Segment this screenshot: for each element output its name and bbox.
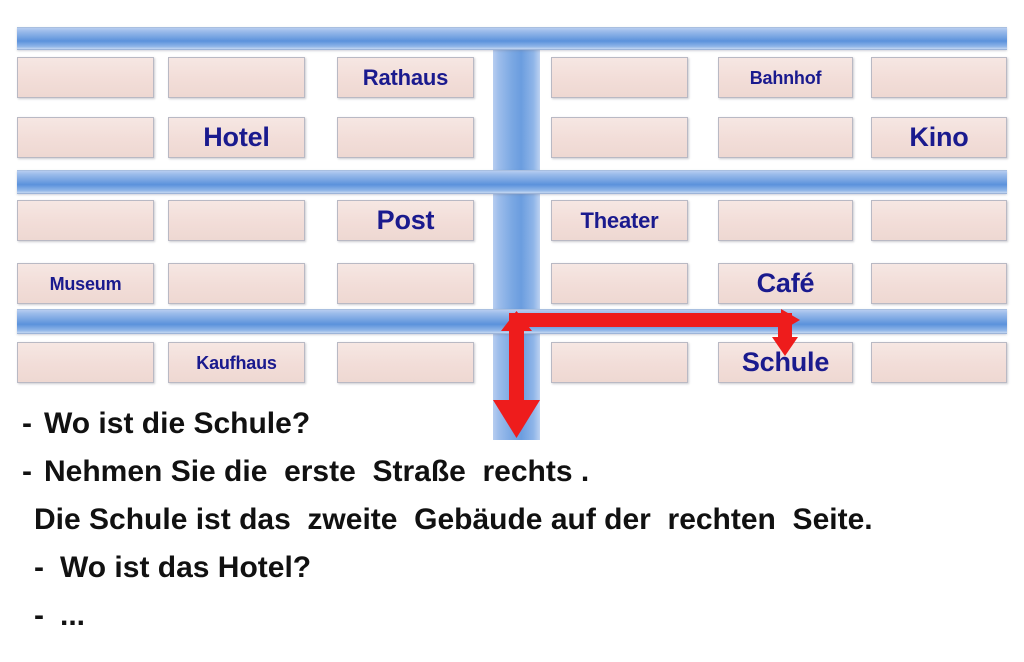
- building-block[interactable]: [337, 263, 474, 304]
- street-horizontal-bottom: [17, 309, 1007, 334]
- building-block[interactable]: [168, 263, 305, 304]
- street-vertical: [493, 27, 540, 440]
- building-block[interactable]: [337, 342, 474, 383]
- dialogue-text: Nehmen Sie die erste Straße rechts .: [44, 455, 590, 488]
- street-horizontal-top: [17, 27, 1007, 50]
- street-horizontal-middle: [17, 170, 1007, 194]
- building-label: Post: [376, 205, 435, 235]
- building-block[interactable]: [871, 200, 1007, 241]
- building-label: Bahnhof: [749, 67, 822, 88]
- building-label: Hotel: [203, 122, 270, 152]
- building-rathaus[interactable]: Rathaus: [337, 57, 474, 98]
- dialogue-line: - Nehmen Sie die erste Straße rechts .: [0, 448, 1024, 496]
- building-label: Schule: [741, 347, 830, 377]
- dialogue-text: Wo ist die Schule?: [44, 407, 311, 440]
- building-museum[interactable]: Museum: [17, 263, 154, 304]
- building-label: Kino: [909, 122, 969, 152]
- dialogue-line: - Wo ist das Hotel?: [0, 544, 1024, 592]
- building-label: Café: [756, 268, 815, 298]
- building-block[interactable]: [551, 263, 688, 304]
- building-cafe[interactable]: Café: [718, 263, 853, 304]
- building-block[interactable]: [17, 117, 154, 158]
- building-hotel[interactable]: Hotel: [168, 117, 305, 158]
- building-kaufhaus[interactable]: Kaufhaus: [168, 342, 305, 383]
- building-theater[interactable]: Theater: [551, 200, 688, 241]
- building-block[interactable]: [17, 342, 154, 383]
- building-label: Kaufhaus: [196, 352, 277, 373]
- dialogue-text: Wo ist das Hotel?: [60, 551, 312, 584]
- dialogue-dash: -: [34, 599, 44, 632]
- building-schule[interactable]: Schule: [718, 342, 853, 383]
- city-map: Rathaus Bahnhof Hotel Kino Post Theater …: [0, 0, 1024, 440]
- building-bahnhof[interactable]: Bahnhof: [718, 57, 853, 98]
- building-block[interactable]: [168, 57, 305, 98]
- dialogue-text: Die Schule ist das zweite Gebäude auf de…: [34, 503, 873, 536]
- building-label: Theater: [580, 207, 659, 233]
- building-block[interactable]: [871, 57, 1007, 98]
- dialogue-text: ...: [60, 599, 86, 632]
- building-block[interactable]: [551, 57, 688, 98]
- building-label: Museum: [49, 273, 122, 294]
- building-block[interactable]: [337, 117, 474, 158]
- building-block[interactable]: [551, 342, 688, 383]
- building-block[interactable]: [871, 342, 1007, 383]
- building-block[interactable]: [168, 200, 305, 241]
- dialogue-dash: -: [34, 551, 44, 584]
- building-post[interactable]: Post: [337, 200, 474, 241]
- building-kino[interactable]: Kino: [871, 117, 1007, 158]
- dialogue-line: Die Schule ist das zweite Gebäude auf de…: [0, 496, 1024, 544]
- building-block[interactable]: [17, 57, 154, 98]
- building-block[interactable]: [718, 200, 853, 241]
- dialogue-line: - ...: [0, 592, 1024, 640]
- building-block[interactable]: [718, 117, 853, 158]
- dialogue-dash: -: [22, 455, 32, 488]
- building-block[interactable]: [551, 117, 688, 158]
- building-label: Rathaus: [362, 64, 449, 90]
- dialogue-line: - Wo ist die Schule?: [0, 400, 1024, 448]
- dialogue-dash: -: [22, 407, 32, 440]
- building-block[interactable]: [17, 200, 154, 241]
- building-block[interactable]: [871, 263, 1007, 304]
- dialogue-block: - Wo ist die Schule? - Nehmen Sie die er…: [0, 400, 1024, 640]
